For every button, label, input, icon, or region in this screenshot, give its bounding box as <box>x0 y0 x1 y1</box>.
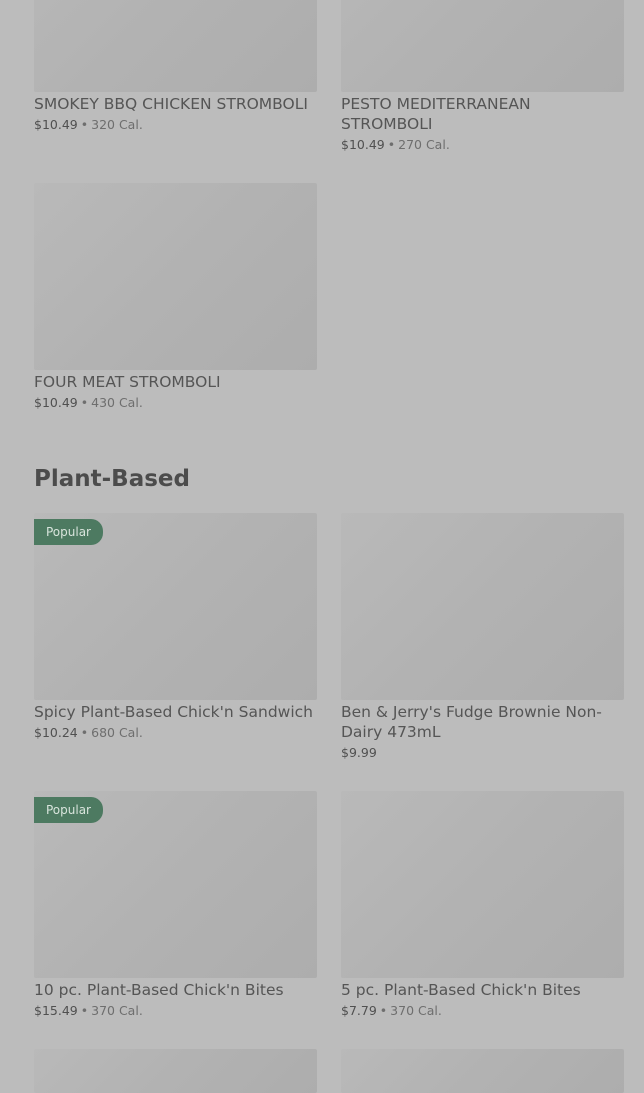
menu-item-card[interactable]: 5 pc. Plant-Based Chick'n Bites $7.79 • 37… <box>341 791 624 1019</box>
item-name: FOUR MEAT STROMBOLI <box>34 373 221 391</box>
popular-badge: Popular <box>34 519 103 545</box>
menu-item-card[interactable]: Popular 10 pc. Plant-Based Chick'n Bites… <box>34 791 317 1019</box>
separator-dot: • <box>80 1003 89 1018</box>
menu-item-card[interactable] <box>341 1049 624 1093</box>
item-price: $10.49 <box>34 117 78 132</box>
menu-item-card[interactable]: Popular Spicy Plant-Based Chick'n Sandwi… <box>34 513 317 741</box>
item-image <box>341 0 624 92</box>
item-meta: $10.49 • 270 Cal. <box>341 137 624 153</box>
item-price: $10.49 <box>341 137 385 152</box>
item-meta: $15.49 • 370 Cal. <box>34 1003 317 1019</box>
item-name: Spicy Plant-Based Chick'n Sandwich <box>34 703 313 721</box>
separator-dot: • <box>80 395 89 410</box>
item-price: $15.49 <box>34 1003 78 1018</box>
item-name: 5 pc. Plant-Based Chick'n Bites <box>341 981 581 999</box>
item-meta: $9.99 <box>341 745 624 761</box>
item-name: Ben & Jerry's Fudge Brownie Non-Dairy 47… <box>341 703 602 741</box>
item-meta: $10.24 • 680 Cal. <box>34 725 317 741</box>
item-image <box>34 183 317 370</box>
item-image <box>34 0 317 92</box>
item-calories: 370 Cal. <box>390 1003 442 1018</box>
popular-badge: Popular <box>34 797 103 823</box>
menu-item-card[interactable]: SMOKEY BBQ CHICKEN STROMBOLI $10.49 • 320 … <box>34 0 317 133</box>
item-calories: 680 Cal. <box>91 725 143 740</box>
section-title: Plant-Based <box>34 466 190 492</box>
menu-item-card[interactable] <box>34 1049 317 1093</box>
item-price: $10.49 <box>34 395 78 410</box>
item-meta: $10.49 • 320 Cal. <box>34 117 317 133</box>
separator-dot: • <box>379 1003 388 1018</box>
item-meta: $10.49 • 430 Cal. <box>34 395 317 411</box>
item-image <box>34 1049 317 1093</box>
menu-item-card[interactable]: PESTO MEDITERRANEAN STROMBOLI $10.49 • 270… <box>341 0 624 153</box>
separator-dot: • <box>80 725 89 740</box>
item-meta: $7.79 • 370 Cal. <box>341 1003 624 1019</box>
item-name: PESTO MEDITERRANEAN STROMBOLI <box>341 95 531 133</box>
separator-dot: • <box>80 117 89 132</box>
item-image <box>341 1049 624 1093</box>
item-image <box>341 513 624 700</box>
item-price: $7.79 <box>341 1003 377 1018</box>
separator-dot: • <box>387 137 396 152</box>
item-price: $10.24 <box>34 725 78 740</box>
menu-item-card[interactable]: FOUR MEAT STROMBOLI $10.49 • 430 Cal. <box>34 183 317 411</box>
item-image <box>341 791 624 978</box>
item-calories: 370 Cal. <box>91 1003 143 1018</box>
item-name: SMOKEY BBQ CHICKEN STROMBOLI <box>34 95 308 113</box>
menu-item-card[interactable]: Ben & Jerry's Fudge Brownie Non-Dairy 47… <box>341 513 624 761</box>
item-calories: 320 Cal. <box>91 117 143 132</box>
item-image: Popular <box>34 513 317 700</box>
item-name: 10 pc. Plant-Based Chick'n Bites <box>34 981 284 999</box>
item-calories: 270 Cal. <box>398 137 450 152</box>
item-image: Popular <box>34 791 317 978</box>
item-calories: 430 Cal. <box>91 395 143 410</box>
item-price: $9.99 <box>341 745 377 760</box>
